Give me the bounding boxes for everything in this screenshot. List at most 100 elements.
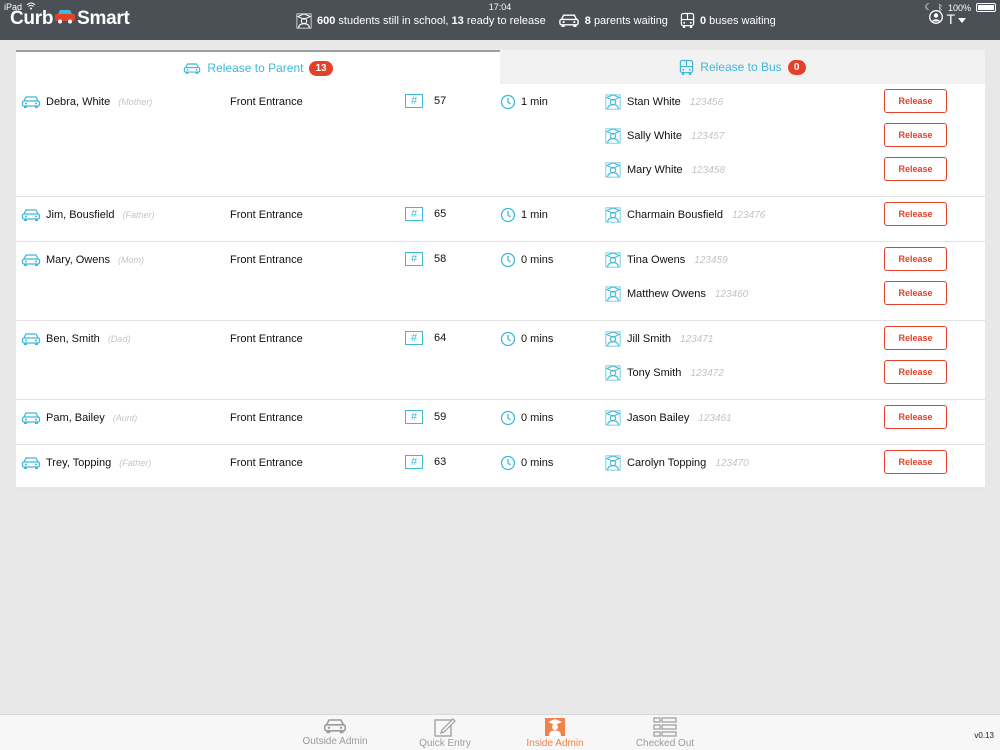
parents-count: 8 bbox=[584, 14, 591, 27]
parking-spot: # 63 bbox=[405, 455, 446, 469]
nav-label: Outside Admin bbox=[302, 736, 368, 747]
student-info: Sally White 123457 bbox=[605, 128, 724, 144]
wait-time-value: 0 mins bbox=[521, 457, 554, 469]
student-list: Carolyn Topping 123470 Release bbox=[605, 445, 985, 479]
pickup-row: Debra, White (Mother) Front Entrance # 5… bbox=[16, 84, 985, 197]
ready-text: ready to release bbox=[466, 14, 546, 27]
pickup-list: Debra, White (Mother) Front Entrance # 5… bbox=[16, 84, 985, 490]
release-button[interactable]: Release bbox=[884, 326, 947, 350]
tab-label: Release to Parent bbox=[207, 61, 304, 75]
parent-info: Trey, Topping (Father) bbox=[21, 456, 151, 470]
wait-time-value: 0 mins bbox=[521, 333, 554, 345]
wait-time-value: 1 min bbox=[521, 96, 548, 108]
release-button[interactable]: Release bbox=[884, 281, 947, 305]
car-icon bbox=[21, 332, 41, 346]
app-logo: Curb Smart bbox=[10, 8, 130, 30]
wait-time: 1 min bbox=[500, 207, 548, 223]
parent-name: Pam, Bailey bbox=[46, 412, 105, 424]
ready-count: 13 bbox=[451, 14, 464, 27]
student-icon bbox=[605, 252, 621, 268]
release-button[interactable]: Release bbox=[884, 450, 947, 474]
student-name: Stan White bbox=[627, 96, 681, 108]
user-icon bbox=[929, 10, 944, 27]
clock-icon bbox=[500, 410, 516, 426]
student-entry: Tony Smith 123472 Release bbox=[605, 355, 985, 389]
clock-icon bbox=[500, 331, 516, 347]
clock-icon bbox=[500, 94, 516, 110]
student-list: Stan White 123456 Release Sally White 12… bbox=[605, 84, 985, 186]
pickup-location: Front Entrance bbox=[230, 209, 303, 221]
hash-icon: # bbox=[405, 94, 423, 108]
parent-info: Jim, Bousfield (Father) bbox=[21, 208, 155, 222]
student-entry: Mary White 123458 Release bbox=[605, 152, 985, 186]
count-badge: 13 bbox=[309, 60, 333, 76]
nav-label: Inside Admin bbox=[526, 738, 584, 749]
students-count: 600 bbox=[317, 14, 336, 27]
car-icon bbox=[21, 411, 41, 425]
student-info: Stan White 123456 bbox=[605, 94, 723, 110]
bottom-nav: Outside Admin Quick Entry Inside Admin C… bbox=[0, 714, 1000, 750]
spot-number: 58 bbox=[434, 253, 447, 265]
logo-text-left: Curb bbox=[10, 8, 54, 29]
logo-car-icon bbox=[54, 8, 76, 30]
spot-number: 64 bbox=[434, 332, 447, 344]
parent-info: Ben, Smith (Dad) bbox=[21, 332, 130, 346]
nav-outside-admin[interactable]: Outside Admin bbox=[290, 717, 380, 747]
student-info: Tina Owens 123459 bbox=[605, 252, 728, 268]
nav-inside-admin[interactable]: Inside Admin bbox=[510, 717, 600, 749]
hash-icon: # bbox=[405, 207, 423, 221]
chevron-down-icon bbox=[958, 11, 966, 27]
nav-label: Checked Out bbox=[635, 738, 695, 749]
spot-number: 57 bbox=[434, 95, 447, 107]
car-icon bbox=[323, 717, 347, 735]
release-panel: Release to Parent 13 Release to Bus 0 De… bbox=[16, 50, 985, 490]
car-icon bbox=[21, 95, 41, 109]
parent-relation: (Aunt) bbox=[112, 413, 138, 423]
pickup-row: Pam, Bailey (Aunt) Front Entrance # 59 0… bbox=[16, 400, 985, 445]
hash-icon: # bbox=[405, 252, 423, 266]
bus-icon bbox=[679, 59, 694, 76]
user-menu[interactable]: T bbox=[929, 10, 966, 27]
parent-info: Pam, Bailey (Aunt) bbox=[21, 411, 137, 425]
spot-number: 65 bbox=[434, 208, 447, 220]
student-id: 123461 bbox=[698, 412, 732, 424]
release-button[interactable]: Release bbox=[884, 360, 947, 384]
student-name: Mary White bbox=[627, 164, 683, 176]
student-icon bbox=[605, 331, 621, 347]
student-name: Tina Owens bbox=[627, 254, 686, 266]
user-initial: T bbox=[946, 10, 955, 27]
student-name: Sally White bbox=[627, 130, 683, 142]
student-name: Charmain Bousfield bbox=[627, 209, 723, 221]
tab-release-to-parent[interactable]: Release to Parent 13 bbox=[16, 50, 500, 84]
car-icon bbox=[183, 62, 201, 75]
release-button[interactable]: Release bbox=[884, 202, 947, 226]
student-icon bbox=[605, 365, 621, 381]
release-button[interactable]: Release bbox=[884, 89, 947, 113]
car-icon bbox=[21, 208, 41, 222]
list-icon bbox=[653, 717, 677, 737]
release-button[interactable]: Release bbox=[884, 123, 947, 147]
student-icon bbox=[605, 410, 621, 426]
student-name: Matthew Owens bbox=[627, 288, 706, 300]
parking-spot: # 58 bbox=[405, 252, 446, 266]
pickup-location: Front Entrance bbox=[230, 457, 303, 469]
version-label: v0.13 bbox=[974, 731, 994, 740]
student-icon bbox=[605, 94, 621, 110]
student-id: 123456 bbox=[689, 96, 724, 108]
hash-icon: # bbox=[405, 410, 423, 424]
tab-release-to-bus[interactable]: Release to Bus 0 bbox=[500, 50, 985, 84]
buses-count: 0 bbox=[699, 14, 707, 27]
pickup-row: Trey, Topping (Father) Front Entrance # … bbox=[16, 445, 985, 490]
nav-checked-out[interactable]: Checked Out bbox=[620, 717, 710, 749]
battery-icon bbox=[976, 3, 996, 12]
release-button[interactable]: Release bbox=[884, 157, 947, 181]
car-icon bbox=[21, 456, 41, 470]
release-button[interactable]: Release bbox=[884, 405, 947, 429]
pickup-row: Jim, Bousfield (Father) Front Entrance #… bbox=[16, 197, 985, 242]
nav-quick-entry[interactable]: Quick Entry bbox=[400, 717, 490, 749]
pickup-location: Front Entrance bbox=[230, 254, 303, 266]
hash-icon: # bbox=[405, 455, 423, 469]
release-button[interactable]: Release bbox=[884, 247, 947, 271]
parent-name: Mary, Owens bbox=[46, 254, 110, 266]
parking-spot: # 59 bbox=[405, 410, 446, 424]
